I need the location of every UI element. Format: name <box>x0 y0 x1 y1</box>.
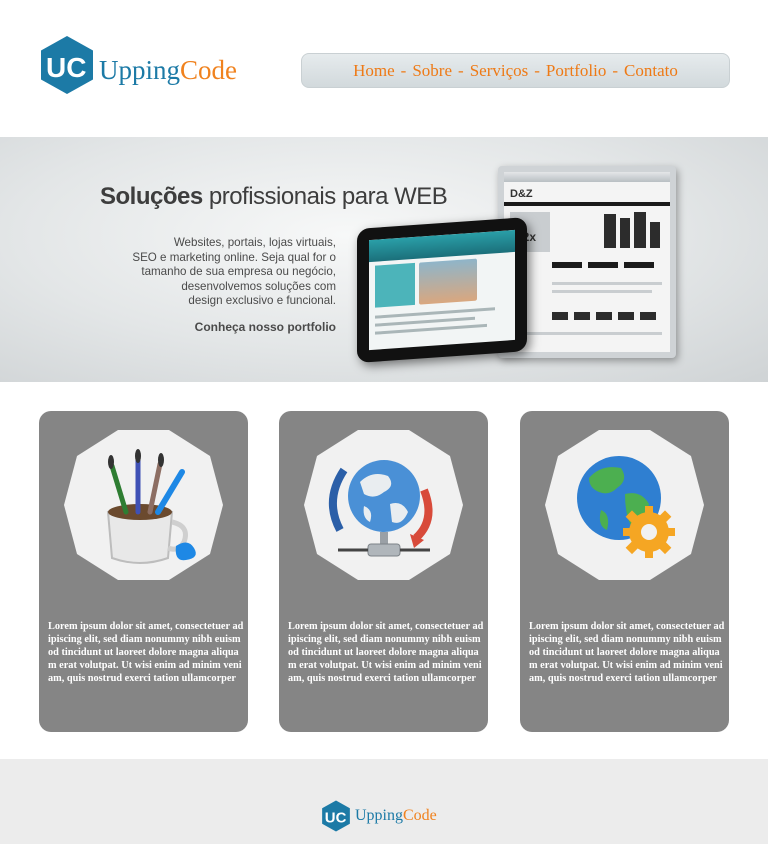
product-image <box>588 262 618 268</box>
feature-card: Lorem ipsum dolor sit amet, consectetuer… <box>520 411 729 732</box>
speaker-graphic <box>620 218 630 248</box>
nav-servicos[interactable]: Serviços <box>470 61 529 81</box>
text-line <box>510 332 662 335</box>
paint-brushes-icon <box>64 430 223 580</box>
speaker-graphic <box>650 222 660 248</box>
text-line <box>375 307 495 319</box>
product-image <box>552 262 582 268</box>
nav-sobre[interactable]: Sobre <box>412 61 452 81</box>
footer-brand-name: UppingCode <box>355 807 437 825</box>
header: UC UppingCode Home - Sobre - Serviços - … <box>0 0 768 137</box>
card-text: Lorem ipsum dolor sit amet, consectetuer… <box>288 621 484 684</box>
site-navbar <box>504 202 670 206</box>
product-thumb <box>574 312 590 320</box>
brand-name-code: Code <box>180 55 237 85</box>
logo[interactable]: UC UppingCode <box>37 35 277 95</box>
main-nav: Home - Sobre - Serviços - Portfolio - Co… <box>301 53 730 88</box>
nav-portfolio[interactable]: Portfolio <box>546 61 606 81</box>
banner-title: Soluções profissionais para WEB <box>100 183 448 211</box>
gear-icon <box>623 506 675 558</box>
nav-separator: - <box>400 60 407 80</box>
footer: UC UppingCode <box>0 759 768 844</box>
feature-card: Lorem ipsum dolor sit amet, consectetuer… <box>39 411 248 732</box>
product-thumb <box>640 312 656 320</box>
banner-description: Websites, portais, lojas virtuais, SEO e… <box>132 236 336 307</box>
tablet-site-header <box>369 229 515 263</box>
footer-logo-mark: UC <box>325 809 347 826</box>
tablet-site-panel <box>375 262 415 308</box>
banner-title-bold: Soluções <box>100 183 203 210</box>
product-thumb <box>596 312 612 320</box>
nav-separator: - <box>458 60 464 80</box>
nav-separator: - <box>534 60 540 80</box>
product-thumb <box>552 312 568 320</box>
card-text: Lorem ipsum dolor sit amet, consectetuer… <box>48 621 244 684</box>
brand-name-upping: Upping <box>99 55 180 85</box>
uc-logo-icon: UC <box>322 800 350 832</box>
portfolio-link[interactable]: Conheça nosso portfolio <box>195 320 336 334</box>
speaker-graphic <box>634 212 646 248</box>
card-text: Lorem ipsum dolor sit amet, consectetuer… <box>529 621 725 684</box>
banner-title-rest: profissionais para WEB <box>202 183 448 210</box>
browser-bar <box>504 172 670 182</box>
nav-home[interactable]: Home <box>353 61 395 81</box>
nav-separator: - <box>612 60 619 80</box>
tablet-screen <box>369 229 515 351</box>
globe-network-icon <box>304 430 463 580</box>
footer-brand-upping: Upping <box>355 807 403 824</box>
brand-name: UppingCode <box>99 55 237 85</box>
globe-gear-icon <box>545 430 704 580</box>
hero-banner: Soluções profissionais para WEB Websites… <box>0 137 768 382</box>
product-image <box>624 262 654 268</box>
tablet-site-photo <box>419 258 477 305</box>
speaker-graphic <box>604 214 616 248</box>
footer-brand-code: Code <box>403 807 437 824</box>
text-line <box>552 290 652 293</box>
uc-logo-icon: UC <box>41 36 93 94</box>
footer-logo[interactable]: UC UppingCode <box>320 799 460 833</box>
tablet-mockup <box>357 217 527 363</box>
product-thumb <box>618 312 634 320</box>
feature-card: Lorem ipsum dolor sit amet, consectetuer… <box>279 411 488 732</box>
text-line <box>552 282 662 285</box>
nav-contato[interactable]: Contato <box>624 61 678 81</box>
site-logo: D&Z <box>510 188 533 200</box>
